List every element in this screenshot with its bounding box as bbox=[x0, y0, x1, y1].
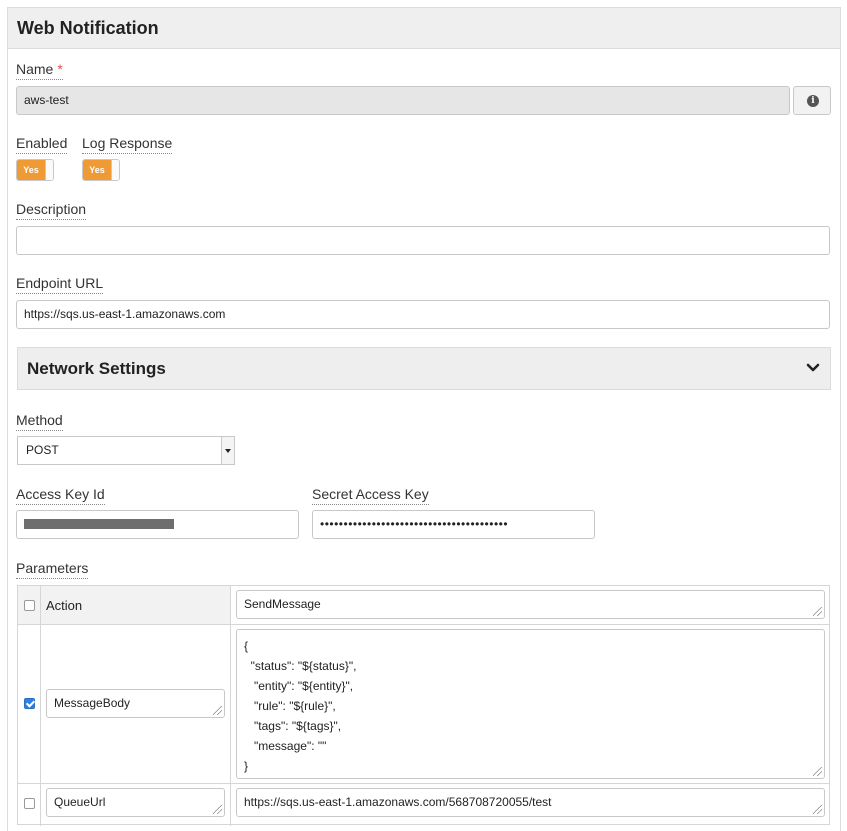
resize-grip-icon[interactable] bbox=[813, 607, 822, 616]
select-arrow-icon bbox=[221, 437, 234, 464]
toggle-knob bbox=[111, 160, 119, 180]
row-checkbox[interactable] bbox=[24, 698, 35, 709]
enabled-toggle-state: Yes bbox=[17, 160, 45, 180]
resize-grip-icon[interactable] bbox=[813, 767, 822, 776]
network-settings-section[interactable]: Network Settings bbox=[17, 347, 831, 390]
description-label: Description bbox=[16, 201, 87, 220]
secret-key-label: Secret Access Key bbox=[312, 486, 429, 505]
queue-url-value: https://sqs.us-east-1.amazonaws.com/5687… bbox=[244, 795, 552, 809]
row-divider bbox=[18, 783, 829, 784]
endpoint-url-label: Endpoint URL bbox=[16, 275, 104, 294]
queue-url-field[interactable]: https://sqs.us-east-1.amazonaws.com/5687… bbox=[236, 788, 825, 817]
action-value: SendMessage bbox=[244, 597, 321, 611]
resize-grip-icon[interactable] bbox=[213, 706, 222, 715]
log-response-toggle-state: Yes bbox=[83, 160, 111, 180]
chevron-down-icon[interactable] bbox=[806, 361, 820, 375]
column-divider bbox=[230, 586, 231, 826]
row-checkbox[interactable] bbox=[24, 798, 35, 809]
code-line: } bbox=[244, 759, 249, 773]
log-response-label: Log Response bbox=[82, 135, 173, 154]
method-value: POST bbox=[26, 443, 59, 457]
action-value-field[interactable]: SendMessage bbox=[236, 590, 825, 619]
parameters-label: Parameters bbox=[16, 560, 89, 579]
method-select[interactable]: POST bbox=[17, 436, 235, 465]
parameters-table: Action SendMessage MessageBody { "status… bbox=[17, 585, 830, 826]
param-name: QueueUrl bbox=[54, 795, 106, 809]
code-line: { bbox=[244, 639, 249, 653]
column-divider bbox=[40, 586, 41, 826]
message-body-field[interactable]: { "status": "${status}", "entity": "${en… bbox=[236, 629, 825, 779]
log-response-toggle[interactable]: Yes bbox=[82, 159, 120, 181]
info-button[interactable]: i bbox=[793, 86, 831, 115]
select-all-checkbox[interactable] bbox=[24, 600, 35, 611]
panel-header: Web Notification bbox=[8, 8, 840, 49]
name-label: Name * bbox=[16, 61, 63, 80]
param-name: MessageBody bbox=[54, 696, 131, 710]
enabled-label: Enabled bbox=[16, 135, 68, 154]
name-input[interactable]: aws-test bbox=[16, 86, 790, 115]
toggle-knob bbox=[45, 160, 53, 180]
name-label-text: Name bbox=[16, 61, 54, 77]
section-title: Network Settings bbox=[27, 359, 166, 378]
code-line: "tags": "${tags}", bbox=[244, 719, 342, 733]
info-icon: i bbox=[807, 95, 819, 107]
row-divider bbox=[18, 624, 829, 625]
header-name: Action bbox=[46, 598, 83, 613]
code-line: "entity": "${entity}", bbox=[244, 679, 354, 693]
method-label: Method bbox=[16, 412, 63, 431]
secret-key-input[interactable]: •••••••••••••••••••••••••••••••••••••••• bbox=[312, 510, 595, 539]
resize-grip-icon[interactable] bbox=[813, 805, 822, 814]
enabled-toggle[interactable]: Yes bbox=[16, 159, 54, 181]
code-line: "rule": "${rule}", bbox=[244, 699, 336, 713]
redacted-value bbox=[24, 519, 174, 529]
page-title: Web Notification bbox=[17, 18, 159, 38]
endpoint-url-input[interactable]: https://sqs.us-east-1.amazonaws.com bbox=[16, 300, 830, 329]
description-input[interactable] bbox=[16, 226, 830, 255]
code-line: "status": "${status}", bbox=[244, 659, 357, 673]
param-name-field[interactable]: MessageBody bbox=[46, 689, 225, 718]
required-mark: * bbox=[57, 61, 63, 77]
code-line: "message": "" bbox=[244, 739, 327, 753]
param-name-field[interactable]: QueueUrl bbox=[46, 788, 225, 817]
access-key-label: Access Key Id bbox=[16, 486, 105, 505]
resize-grip-icon[interactable] bbox=[213, 805, 222, 814]
